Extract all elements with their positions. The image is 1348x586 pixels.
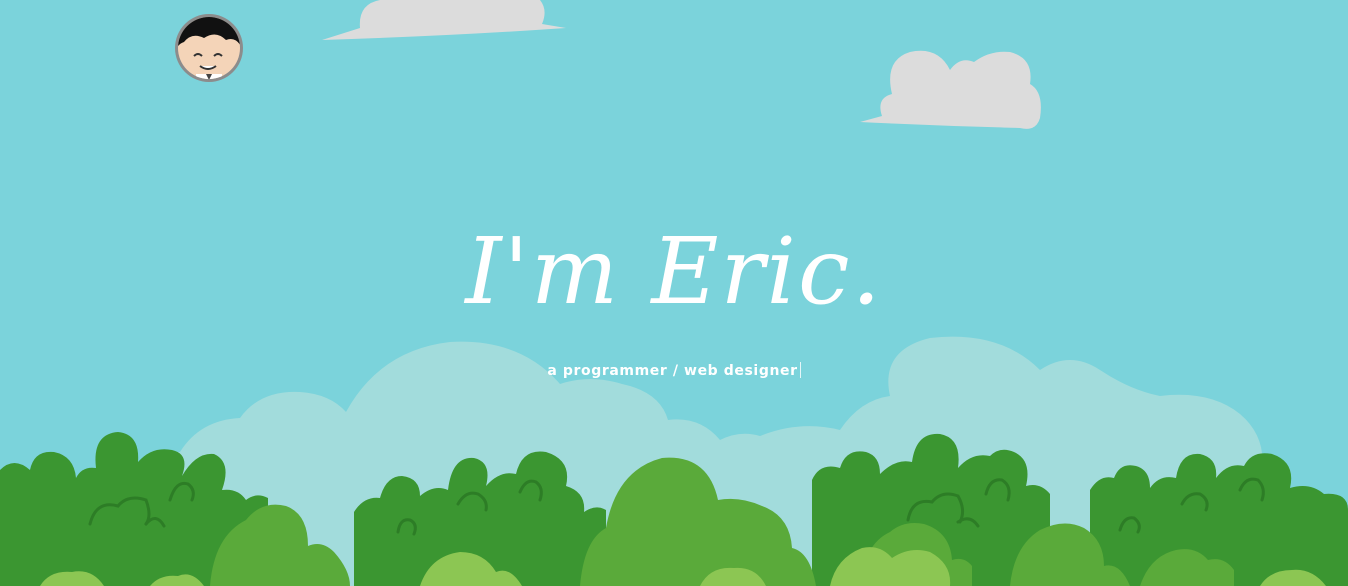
hero-subtitle: a programmer / web designer [0,361,1348,381]
typing-cursor [799,362,801,378]
hero-headline: I'm Eric. [465,218,883,325]
hero-subtitle-text: a programmer / web designer [547,363,798,379]
avatar[interactable] [174,13,244,83]
top-cloud [322,0,566,40]
right-cloud [860,50,1041,129]
